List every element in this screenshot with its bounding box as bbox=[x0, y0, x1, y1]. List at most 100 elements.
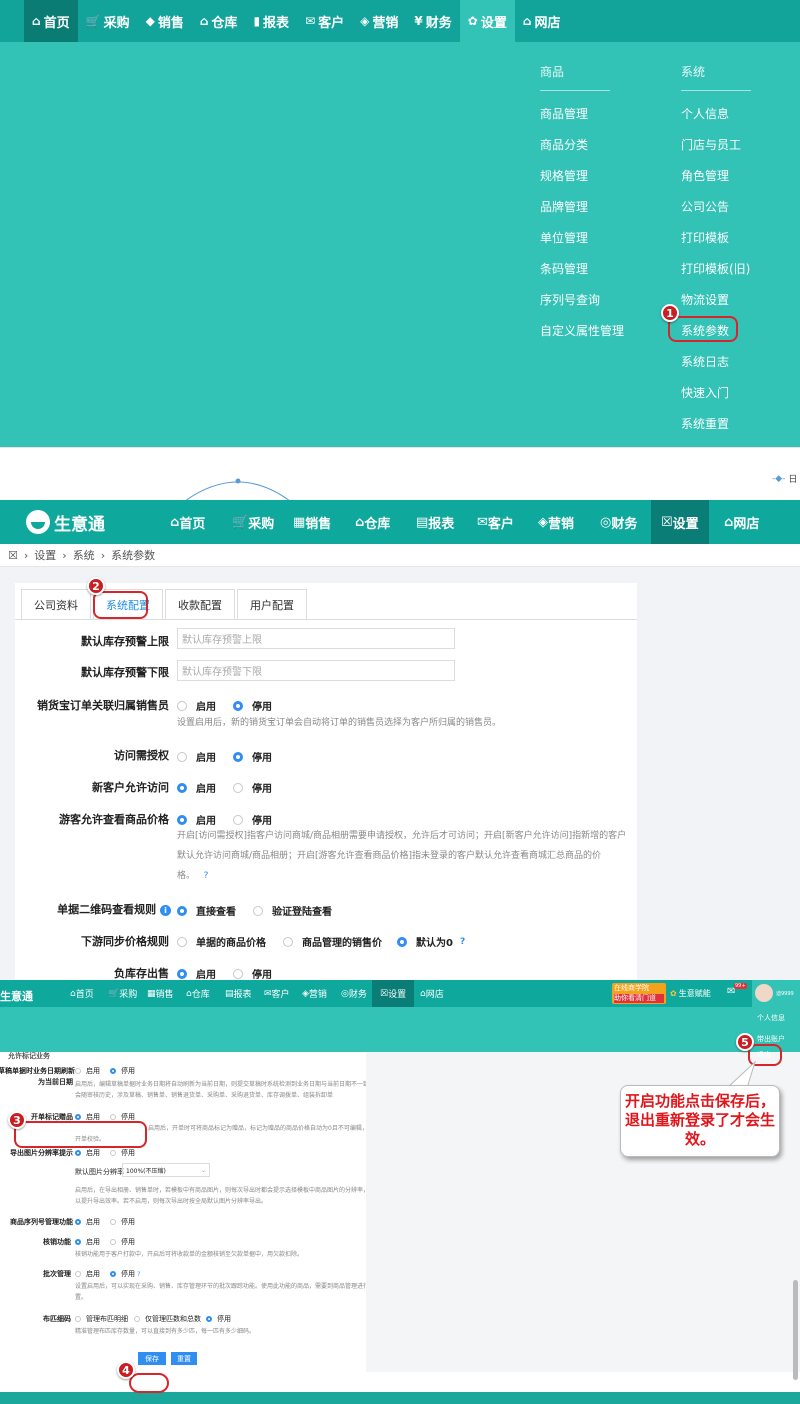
breadcrumb-item[interactable]: 设置 bbox=[34, 547, 56, 563]
menu-item-system[interactable]: 公司公告 bbox=[681, 198, 729, 215]
order-disable-radio[interactable]: 停用 bbox=[233, 698, 272, 713]
menu-item-goods[interactable]: 商品分类 bbox=[540, 136, 588, 153]
tab-user-config[interactable]: 用户配置 bbox=[237, 589, 307, 619]
price-doc-radio[interactable]: 单据的商品价格 bbox=[177, 934, 266, 949]
draft-date-disable-radio[interactable]: 停用 bbox=[110, 1066, 135, 1076]
nav-reports[interactable]: ▮ 报表 bbox=[245, 0, 297, 42]
academy-promo-banner[interactable]: 在线商学院 助你看清门道 bbox=[612, 983, 666, 1004]
nav-home[interactable]: ⌂ 首页 bbox=[24, 0, 78, 42]
batch-enable-radio[interactable]: 启用 bbox=[75, 1269, 100, 1279]
nav-reports[interactable]: ▤ 报表 bbox=[416, 500, 454, 544]
tab-company-info[interactable]: 公司资料 bbox=[21, 589, 91, 619]
menu-item-system[interactable]: 打印模板(旧) bbox=[681, 260, 750, 277]
stock-upper-input[interactable]: 默认库存预警上限 bbox=[177, 628, 455, 649]
guest-disable-radio[interactable]: 停用 bbox=[233, 812, 272, 827]
nav-settings[interactable]: ☒ 设置 bbox=[372, 980, 415, 1007]
nav-purchase[interactable]: 🛒 采购 bbox=[232, 500, 274, 544]
resolution-select[interactable]: 100%(不压缩) ⌄ bbox=[122, 1163, 210, 1177]
nav-finance[interactable]: ◎ 财务 bbox=[600, 500, 637, 544]
nav-settings[interactable]: ✿ 设置 bbox=[459, 0, 515, 42]
image-res-disable-radio[interactable]: 停用 bbox=[110, 1148, 135, 1158]
breadcrumb-item[interactable]: 系统 bbox=[73, 547, 95, 563]
nav-finance[interactable]: ¥ 财务 bbox=[406, 0, 459, 42]
user-menu-trigger[interactable]: 迪9999 bbox=[752, 980, 800, 1007]
serial-disable-radio[interactable]: 停用 bbox=[110, 1217, 135, 1227]
price-zero-radio[interactable]: 默认为0 ? bbox=[397, 934, 465, 949]
menu-item-goods[interactable]: 条码管理 bbox=[540, 260, 588, 277]
qr-login-radio[interactable]: 验证登陆查看 bbox=[253, 903, 332, 918]
help-icon[interactable]: ? bbox=[204, 871, 209, 881]
auth-disable-radio[interactable]: 停用 bbox=[233, 749, 272, 764]
yard-detail-radio[interactable]: 管理布匹明细 bbox=[75, 1314, 128, 1324]
nav-shop[interactable]: ⌂ 网店 bbox=[724, 500, 759, 544]
yard-count-radio[interactable]: 仅管理匹数和总数 bbox=[134, 1314, 201, 1324]
newcust-enable-radio[interactable]: 启用 bbox=[177, 780, 216, 795]
nav-customers[interactable]: ✉ 客户 bbox=[264, 980, 290, 1007]
draft-date-enable-radio[interactable]: 启用 bbox=[75, 1066, 100, 1076]
serial-enable-radio[interactable]: 启用 bbox=[75, 1217, 100, 1227]
neg-disable-radio[interactable]: 停用 bbox=[233, 966, 272, 980]
save-button[interactable]: 保存 bbox=[138, 1352, 166, 1365]
verify-enable-radio[interactable]: 启用 bbox=[75, 1237, 100, 1247]
logout-menu-item[interactable]: 退出 bbox=[757, 1050, 771, 1060]
scrollbar[interactable] bbox=[793, 1280, 798, 1380]
newcust-disable-radio[interactable]: 停用 bbox=[233, 780, 272, 795]
nav-warehouse[interactable]: ⌂ 仓库 bbox=[355, 500, 390, 544]
tab-payment-config[interactable]: 收款配置 bbox=[165, 589, 235, 619]
neg-enable-radio[interactable]: 启用 bbox=[177, 966, 216, 980]
menu-switch-account[interactable]: 带出账户 bbox=[757, 1034, 785, 1044]
info-icon[interactable]: i bbox=[160, 905, 171, 916]
batch-disable-radio[interactable]: 停用 ? bbox=[110, 1269, 140, 1279]
menu-item-system[interactable]: 物流设置 bbox=[681, 291, 729, 308]
radio-label: 启用 bbox=[196, 702, 216, 713]
stock-lower-input[interactable]: 默认库存预警下限 bbox=[177, 660, 455, 681]
menu-item-goods[interactable]: 自定义属性管理 bbox=[540, 322, 624, 339]
nav-warehouse[interactable]: ⌂ 仓库 bbox=[186, 980, 210, 1007]
nav-shop[interactable]: ⌂ 网店 bbox=[515, 0, 569, 42]
menu-item-system[interactable]: 系统重置 bbox=[681, 415, 729, 432]
nav-warehouse[interactable]: ⌂ 仓库 bbox=[192, 0, 246, 42]
radio-checked-icon bbox=[177, 814, 187, 825]
yard-disable-radio[interactable]: 停用 bbox=[206, 1314, 231, 1324]
qr-direct-radio[interactable]: 直接查看 bbox=[177, 903, 236, 918]
nav-finance[interactable]: ◎ 财务 bbox=[341, 980, 367, 1007]
nav-sales[interactable]: ◆ 销售 bbox=[138, 0, 192, 42]
menu-item-goods[interactable]: 商品管理 bbox=[540, 105, 588, 122]
nav-marketing[interactable]: ◈ 营销 bbox=[352, 0, 406, 42]
menu-item-goods[interactable]: 规格管理 bbox=[540, 167, 588, 184]
nav-sales[interactable]: ▦ 销售 bbox=[293, 500, 331, 544]
nav-sales[interactable]: ▦ 销售 bbox=[147, 980, 174, 1007]
nav-home[interactable]: ⌂ 首页 bbox=[70, 980, 94, 1007]
nav-shop[interactable]: ⌂ 网店 bbox=[420, 980, 444, 1007]
image-res-enable-radio[interactable]: 启用 bbox=[75, 1148, 100, 1158]
brand-empower[interactable]: ✿ 生意赋能 bbox=[670, 988, 711, 999]
menu-item-system[interactable]: 快速入门 bbox=[681, 384, 729, 401]
menu-item-system[interactable]: 个人信息 bbox=[681, 105, 729, 122]
auth-enable-radio[interactable]: 启用 bbox=[177, 749, 216, 764]
nav-marketing[interactable]: ◈ 营销 bbox=[302, 980, 327, 1007]
order-enable-radio[interactable]: 启用 bbox=[177, 698, 216, 713]
nav-marketing[interactable]: ◈ 营销 bbox=[538, 500, 574, 544]
menu-personal-info[interactable]: 个人信息 bbox=[757, 1013, 785, 1023]
nav-purchase[interactable]: 🛒 采购 bbox=[108, 980, 137, 1007]
nav-reports[interactable]: ▤ 报表 bbox=[225, 980, 252, 1007]
menu-item-system[interactable]: 角色管理 bbox=[681, 167, 729, 184]
reset-button[interactable]: 重置 bbox=[171, 1352, 197, 1365]
menu-item-goods[interactable]: 品牌管理 bbox=[540, 198, 588, 215]
nav-home[interactable]: ⌂ 首页 bbox=[170, 500, 205, 544]
verify-disable-radio[interactable]: 停用 bbox=[110, 1237, 135, 1247]
help-icon[interactable]: ? bbox=[137, 1271, 140, 1278]
menu-item-goods[interactable]: 单位管理 bbox=[540, 229, 588, 246]
help-icon[interactable]: ? bbox=[460, 937, 465, 947]
menu-item-system[interactable]: 打印模板 bbox=[681, 229, 729, 246]
nav-purchase[interactable]: 🛒 采购 bbox=[78, 0, 138, 42]
menu-item-system[interactable]: 门店与员工 bbox=[681, 136, 741, 153]
nav-customers[interactable]: ✉ 客户 bbox=[297, 0, 352, 42]
menu-item-goods[interactable]: 序列号查询 bbox=[540, 291, 600, 308]
guest-enable-radio[interactable]: 启用 bbox=[177, 812, 216, 827]
nav-label: 客户 bbox=[271, 990, 290, 1000]
price-goods-radio[interactable]: 商品管理的销售价 bbox=[283, 934, 382, 949]
nav-settings[interactable]: ☒ 设置 bbox=[651, 500, 709, 544]
menu-item-system[interactable]: 系统日志 bbox=[681, 353, 729, 370]
nav-customers[interactable]: ✉ 客户 bbox=[477, 500, 514, 544]
